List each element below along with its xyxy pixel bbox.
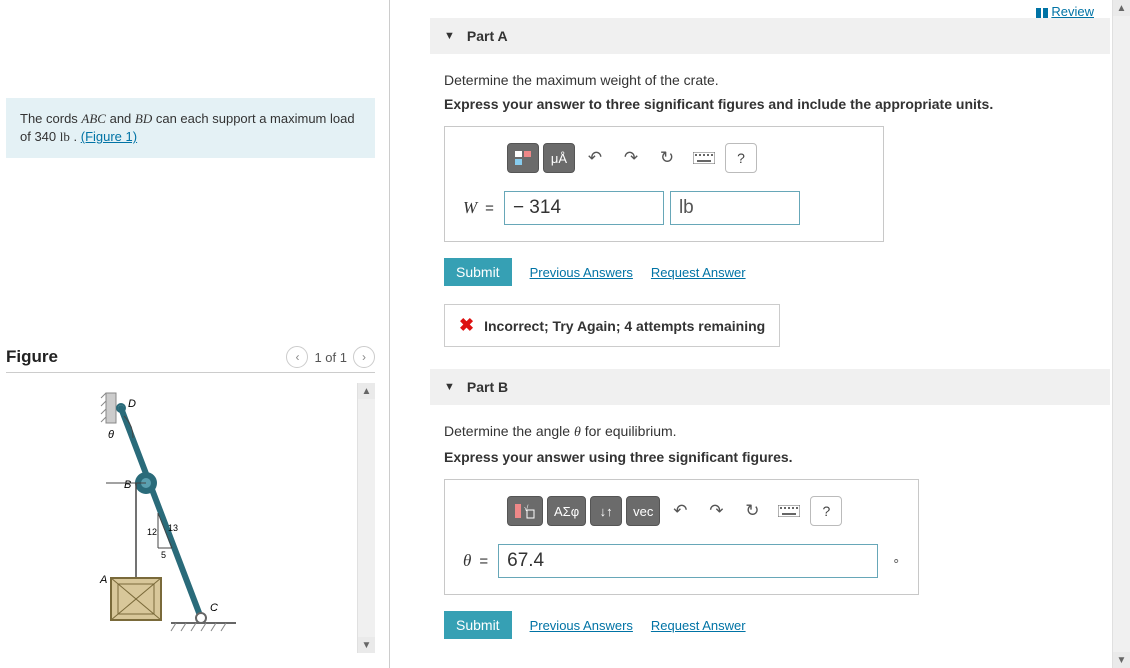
math-template-button[interactable]: √ <box>507 496 543 526</box>
scroll-down-icon[interactable]: ▼ <box>358 637 375 653</box>
undo-button[interactable]: ↶ <box>579 143 611 173</box>
review-link[interactable]: Review <box>1036 4 1094 19</box>
part-a-submit-button[interactable]: Submit <box>444 258 512 286</box>
part-a-previous-answers-link[interactable]: Previous Answers <box>530 265 633 280</box>
var-abc: ABC <box>81 111 106 126</box>
feedback-text: Incorrect; Try Again; 4 attempts remaini… <box>484 318 765 334</box>
equals: = <box>485 200 494 217</box>
figure-prev-button[interactable]: ‹ <box>286 346 308 368</box>
part-a-title: Part A <box>467 28 508 44</box>
var-w-label: W <box>463 198 477 218</box>
part-b-submit-button[interactable]: Submit <box>444 611 512 639</box>
var-bd: BD <box>135 111 152 126</box>
undo-button[interactable]: ↶ <box>664 496 696 526</box>
svg-text:B: B <box>124 479 131 491</box>
scroll-up-icon[interactable]: ▲ <box>1113 0 1130 16</box>
svg-text:5: 5 <box>161 550 166 560</box>
template-button[interactable] <box>507 143 539 173</box>
figure-next-button[interactable]: › <box>353 346 375 368</box>
part-b-request-answer-link[interactable]: Request Answer <box>651 618 746 633</box>
keyboard-button[interactable] <box>772 496 806 526</box>
svg-text:12: 12 <box>147 527 157 537</box>
part-a-answer-box: μÅ ↶ ↷ ↻ ? W = <box>444 126 884 242</box>
part-a-unit-input[interactable] <box>670 191 800 225</box>
incorrect-icon: ✖ <box>459 315 474 336</box>
part-b-value-input[interactable] <box>498 544 878 578</box>
part-b-previous-answers-link[interactable]: Previous Answers <box>530 618 633 633</box>
scroll-up-icon[interactable]: ▲ <box>358 383 375 399</box>
part-b-title: Part B <box>467 379 508 395</box>
figure-link[interactable]: (Figure 1) <box>81 129 137 144</box>
part-b: ▼ Part B Determine the angle θ for equil… <box>430 369 1110 643</box>
svg-text:θ: θ <box>108 429 114 441</box>
text: The cords <box>20 111 81 126</box>
part-b-prompt: Determine the angle θ for equilibrium. <box>444 423 1096 441</box>
problem-statement: The cords ABC and BD can each support a … <box>6 98 375 158</box>
help-button[interactable]: ? <box>725 143 757 173</box>
figure-diagram: D C B θ <box>6 383 357 653</box>
part-b-header[interactable]: ▼ Part B <box>430 369 1110 405</box>
svg-text:C: C <box>210 602 218 614</box>
scroll-down-icon[interactable]: ▼ <box>1113 652 1130 668</box>
keyboard-icon <box>693 152 715 164</box>
var-theta-label: θ <box>463 551 471 571</box>
keyboard-icon <box>778 505 800 517</box>
greek-button[interactable]: ΑΣφ <box>547 496 586 526</box>
help-button[interactable]: ? <box>810 496 842 526</box>
svg-text:D: D <box>128 398 136 410</box>
redo-button[interactable]: ↷ <box>700 496 732 526</box>
reset-button[interactable]: ↻ <box>736 496 768 526</box>
part-b-instructions: Express your answer using three signific… <box>444 449 1096 465</box>
part-a-header[interactable]: ▼ Part A <box>430 18 1110 54</box>
caret-down-icon: ▼ <box>444 381 455 393</box>
part-a-prompt: Determine the maximum weight of the crat… <box>444 72 1096 88</box>
figure-scrollbar[interactable]: ▲ ▼ <box>357 383 375 653</box>
redo-button[interactable]: ↷ <box>615 143 647 173</box>
units-button[interactable]: μÅ <box>543 143 575 173</box>
part-a-feedback: ✖ Incorrect; Try Again; 4 attempts remai… <box>444 304 780 347</box>
svg-text:13: 13 <box>168 523 178 533</box>
page-scrollbar[interactable]: ▲ ▼ <box>1112 0 1130 668</box>
subscript-button[interactable]: ↓↑ <box>590 496 622 526</box>
vector-button[interactable]: vec <box>626 496 660 526</box>
figure-counter: 1 of 1 <box>314 350 347 365</box>
part-a-instructions: Express your answer to three significant… <box>444 96 1096 112</box>
caret-down-icon: ▼ <box>444 30 455 42</box>
part-b-answer-box: √ ΑΣφ ↓↑ vec ↶ ↷ ↻ ? θ = ∘ <box>444 479 919 595</box>
part-a-value-input[interactable] <box>504 191 664 225</box>
svg-text:A: A <box>99 574 107 586</box>
figure-title: Figure <box>6 347 58 367</box>
part-a-request-answer-link[interactable]: Request Answer <box>651 265 746 280</box>
equals: = <box>479 553 488 570</box>
keyboard-button[interactable] <box>687 143 721 173</box>
review-icon <box>1036 8 1048 18</box>
degree-unit: ∘ <box>892 553 900 569</box>
part-a: ▼ Part A Determine the maximum weight of… <box>430 18 1110 351</box>
reset-button[interactable]: ↻ <box>651 143 683 173</box>
